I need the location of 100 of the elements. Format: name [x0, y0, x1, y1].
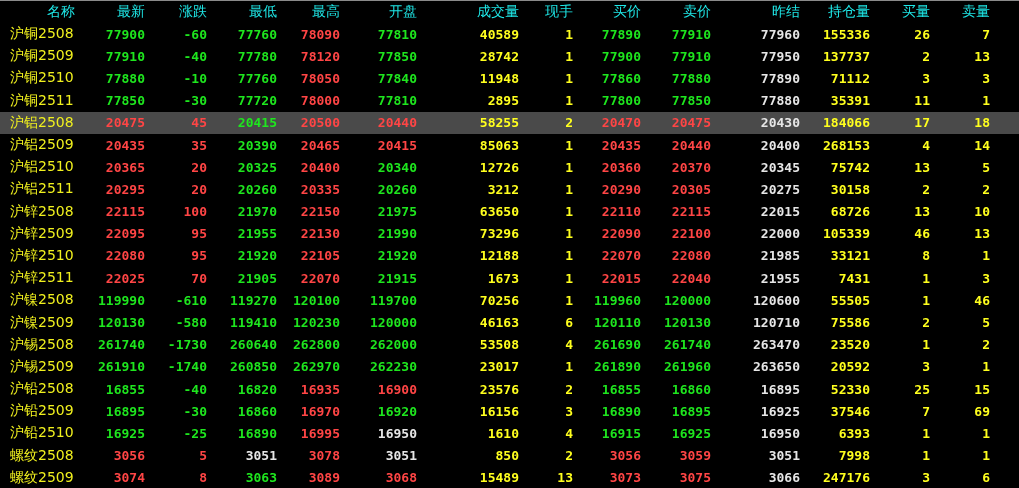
table-cell: 1 [982, 359, 990, 375]
quote-row[interactable]: 沪铅2509 16895 -30 16860 16970 16920 16156 3 16890 16895 16925 37546 7 69 [0, 400, 1019, 423]
table-cell: 1 [565, 359, 573, 375]
quote-row[interactable]: 沪铝2511 20295 20 20260 20335 20260 3212 1 20290 20305 20275 30158 2 2 [0, 178, 1019, 201]
table-cell: 37546 [830, 403, 870, 419]
table-cell: 20415 [237, 115, 277, 131]
table-cell: -1730 [167, 337, 207, 353]
table-cell: 25 [914, 381, 930, 397]
column-header[interactable]: 买价 [613, 3, 641, 21]
table-cell: 2 [922, 48, 930, 64]
table-cell: 53508 [479, 337, 519, 353]
table-cell: 46163 [479, 315, 519, 331]
table-cell: 77760 [237, 26, 277, 42]
quote-row[interactable]: 沪铝2510 20365 20 20325 20400 20340 12726 1 20360 20370 20345 75742 13 5 [0, 156, 1019, 179]
column-header[interactable]: 开盘 [389, 3, 417, 21]
quote-row[interactable]: 沪铜2508 77900 -60 77760 78090 77810 40589 1 77890 77910 77960 155336 26 7 [0, 23, 1019, 46]
quote-row[interactable]: 沪镍2508 119990 -610 119270 120100 119700 70256 1 119960 120000 120600 55505 1 46 [0, 289, 1019, 312]
table-cell: 20465 [300, 137, 340, 153]
table-cell: 21905 [237, 270, 277, 286]
column-header[interactable]: 最新 [117, 3, 145, 21]
column-header[interactable]: 持仓量 [828, 3, 870, 21]
quote-row[interactable]: 螺纹2509 3074 8 3063 3089 3068 15489 13 3073 3075 3066 247176 3 6 [0, 466, 1019, 488]
table-cell: 20 [191, 159, 207, 175]
table-cell: 119960 [594, 292, 641, 308]
contract-name: 螺纹2509 [9, 468, 74, 487]
column-header[interactable]: 买量 [902, 3, 930, 21]
table-cell: 120000 [370, 315, 417, 331]
quote-row[interactable]: 螺纹2508 3056 5 3051 3078 3051 850 2 3056 3059 3051 7998 1 1 [0, 444, 1019, 467]
quote-row[interactable]: 沪铅2508 16855 -40 16820 16935 16900 23576 2 16855 16860 16895 52330 25 15 [0, 378, 1019, 401]
table-cell: 68726 [830, 204, 870, 220]
table-cell: 16860 [237, 403, 277, 419]
column-header[interactable]: 涨跌 [179, 3, 207, 21]
table-cell: 11 [914, 93, 930, 109]
table-cell: 20325 [237, 159, 277, 175]
contract-name: 沪锌2508 [9, 202, 74, 221]
contract-name: 沪铜2508 [9, 25, 74, 44]
table-cell: 119700 [370, 292, 417, 308]
table-cell: 1673 [487, 270, 519, 286]
table-cell: 21990 [377, 226, 417, 242]
contract-name: 沪镍2508 [9, 291, 74, 310]
column-header[interactable]: 现手 [545, 3, 573, 21]
table-cell: 20440 [377, 115, 417, 131]
table-cell: 3074 [113, 470, 145, 486]
quote-row[interactable]: 沪锌2508 22115 100 21970 22150 21975 63650 1 22110 22115 22015 68726 13 10 [0, 200, 1019, 223]
column-header[interactable]: 卖价 [683, 3, 711, 21]
quote-row[interactable]: 沪锡2508 261740 -1730 260640 262800 262000 53508 4 261690 261740 263470 23520 1 2 [0, 333, 1019, 356]
table-cell: 77880 [671, 70, 711, 86]
table-cell: 58255 [479, 115, 519, 131]
quote-row[interactable]: 沪铝2508 20475 45 20415 20500 20440 58255 2 20470 20475 20430 184066 17 18 [0, 111, 1019, 134]
quote-row[interactable]: 沪铅2510 16925 -25 16890 16995 16950 1610 4 16915 16925 16950 6393 1 1 [0, 422, 1019, 445]
column-header[interactable]: 昨结 [772, 3, 800, 21]
table-cell: 20475 [105, 115, 145, 131]
table-cell: 16925 [105, 425, 145, 441]
table-cell: 16890 [237, 425, 277, 441]
table-cell: 77910 [105, 48, 145, 64]
column-header[interactable]: 最低 [249, 3, 277, 21]
column-header[interactable]: 卖量 [962, 3, 990, 21]
table-cell: 1 [565, 93, 573, 109]
contract-name: 螺纹2508 [9, 446, 74, 465]
table-cell: 3 [982, 270, 990, 286]
column-header[interactable]: 最高 [312, 3, 340, 21]
quote-row[interactable]: 沪铜2509 77910 -40 77780 78120 77850 28742 1 77900 77910 77950 137737 2 13 [0, 45, 1019, 68]
quote-row[interactable]: 沪锡2509 261910 -1740 260850 262970 262230 23017 1 261890 261960 263650 20592 3 1 [0, 355, 1019, 378]
table-cell: 20 [191, 181, 207, 197]
table-cell: 35391 [830, 93, 870, 109]
table-cell: 6 [982, 470, 990, 486]
quote-row[interactable]: 沪镍2509 120130 -580 119410 120230 120000 46163 6 120110 120130 120710 75586 2 5 [0, 311, 1019, 334]
table-cell: 77850 [671, 93, 711, 109]
table-cell: 16855 [105, 381, 145, 397]
contract-name: 沪锡2509 [9, 357, 74, 376]
table-cell: 77760 [237, 70, 277, 86]
table-cell: 77840 [377, 70, 417, 86]
column-header[interactable]: 名称 [47, 3, 75, 21]
table-cell: 4 [922, 137, 930, 153]
contract-name: 沪铅2509 [9, 402, 74, 421]
table-cell: 63650 [479, 204, 519, 220]
table-cell: 8 [199, 470, 207, 486]
quote-row[interactable]: 沪锌2509 22095 95 21955 22130 21990 73296 1 22090 22100 22000 105339 46 13 [0, 222, 1019, 245]
quote-row[interactable]: 沪锌2510 22080 95 21920 22105 21920 12188 1 22070 22080 21985 33121 8 1 [0, 244, 1019, 268]
quote-row[interactable]: 沪铝2509 20435 35 20390 20465 20415 85063 1 20435 20440 20400 268153 4 14 [0, 133, 1019, 157]
table-cell: 35 [191, 137, 207, 153]
quote-row[interactable]: 沪铜2510 77880 -10 77760 78050 77840 11948 1 77860 77880 77890 71112 3 3 [0, 67, 1019, 90]
table-cell: 13 [914, 159, 930, 175]
table-cell: 16925 [760, 403, 800, 419]
table-cell: 22130 [300, 226, 340, 242]
column-header[interactable]: 成交量 [477, 3, 519, 21]
table-cell: 16920 [377, 403, 417, 419]
table-cell: 70256 [479, 292, 519, 308]
quote-row[interactable]: 沪锌2511 22025 70 21905 22070 21915 1673 1 22015 22040 21955 7431 1 3 [0, 267, 1019, 290]
table-cell: 13 [914, 204, 930, 220]
table-cell: 16855 [601, 381, 641, 397]
contract-name: 沪铜2511 [9, 91, 74, 110]
table-cell: 1 [922, 425, 930, 441]
table-cell: 77910 [671, 48, 711, 64]
table-cell: 20415 [377, 137, 417, 153]
quote-row[interactable]: 沪铜2511 77850 -30 77720 78000 77810 2895 1 77800 77850 77880 35391 11 1 [0, 89, 1019, 112]
table-cell: 16895 [671, 403, 711, 419]
table-cell: 75586 [830, 315, 870, 331]
table-cell: 261690 [594, 337, 641, 353]
table-cell: 30158 [830, 181, 870, 197]
